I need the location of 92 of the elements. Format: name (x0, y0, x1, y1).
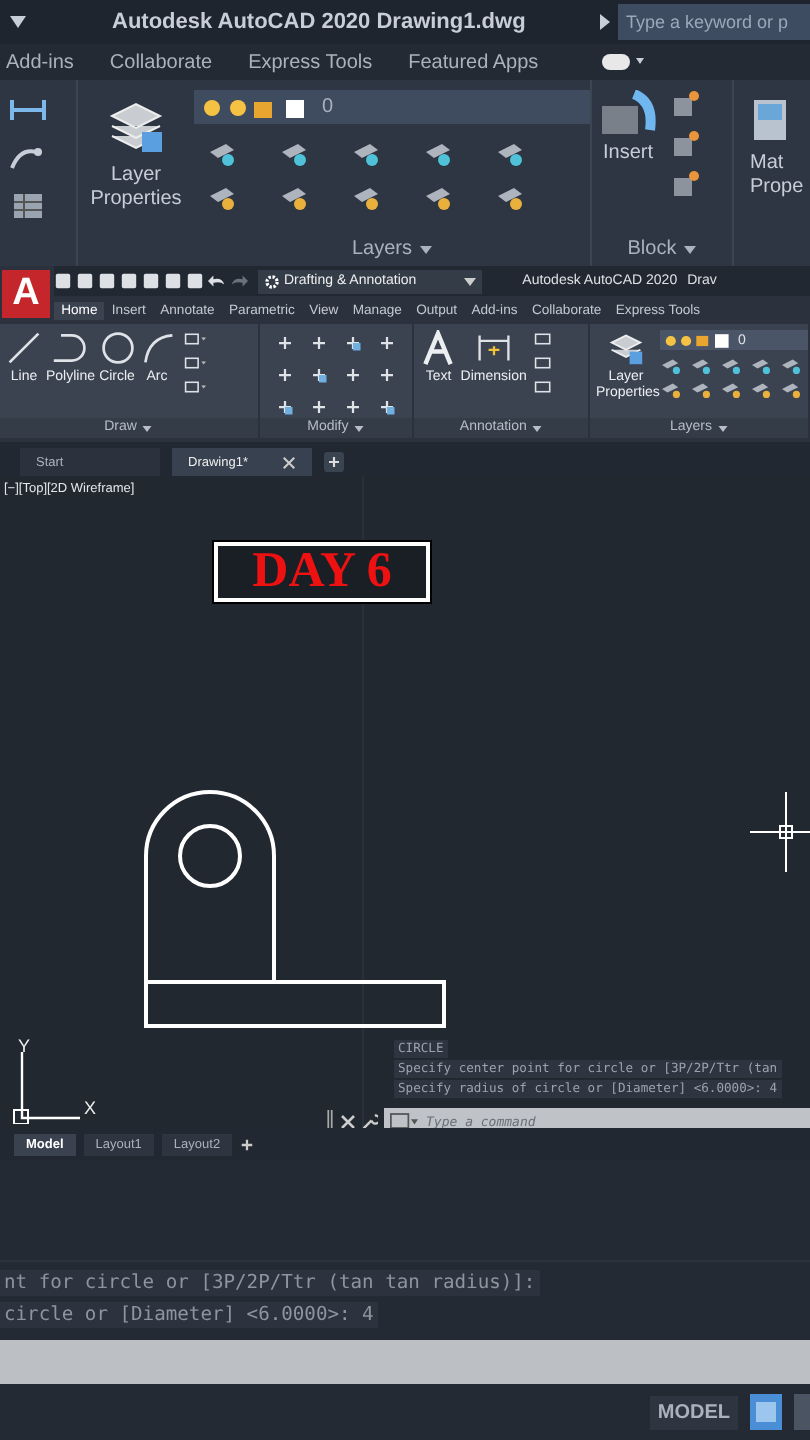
caret-icon (464, 277, 477, 285)
title-banner: DAY 6 (214, 542, 430, 603)
modify-tool-icon[interactable] (273, 365, 296, 384)
line-icon (6, 330, 42, 366)
plus-icon[interactable] (240, 1137, 255, 1152)
ribbon-tab[interactable]: Collaborate (109, 51, 213, 73)
ribbon-tab[interactable]: Featured Apps (408, 51, 539, 73)
layer-tool-icon[interactable] (720, 356, 742, 374)
close-icon[interactable] (340, 1113, 356, 1129)
undo-icon[interactable] (208, 272, 226, 290)
gear-icon (264, 273, 280, 289)
layer-tool-icon[interactable] (750, 380, 772, 398)
shape-tool-icon[interactable] (183, 354, 206, 372)
wrench-icon[interactable] (362, 1113, 378, 1129)
caret-icon[interactable] (420, 245, 432, 253)
modify-tool-icon[interactable] (307, 397, 330, 416)
layer-state-icon (664, 331, 732, 349)
layers-icon (608, 330, 644, 366)
ribbon-tab[interactable]: Add-ins (6, 51, 74, 73)
annotation-tool-icon[interactable] (534, 354, 557, 372)
layer-properties-button[interactable]: Layer Properties (78, 80, 194, 266)
layer-tool-icon[interactable] (350, 140, 382, 168)
layer-tool-icon[interactable] (206, 140, 238, 168)
ucs-icon (12, 1052, 84, 1125)
block-tool-icon[interactable] (672, 90, 700, 118)
text-icon (420, 330, 457, 366)
caret-icon[interactable] (532, 425, 543, 432)
layer-tool-icon[interactable] (278, 184, 310, 212)
search-field[interactable]: Type a keyword or p (618, 4, 810, 40)
leader-icon[interactable] (8, 144, 48, 172)
layer-tool-icon[interactable] (494, 184, 526, 212)
layer-tool-icon[interactable] (690, 356, 712, 374)
match-properties-button[interactable]: Mat Prope (734, 80, 810, 266)
modify-tool-icon[interactable] (307, 334, 330, 352)
layer-tool-icon[interactable] (780, 356, 802, 374)
modify-tool-icon[interactable] (307, 365, 330, 384)
modify-tool-icon[interactable] (375, 334, 398, 352)
panel-label[interactable]: Block (627, 238, 677, 260)
dimension-icon (475, 330, 512, 366)
modify-tool-icon[interactable] (375, 397, 398, 416)
layer-tool-icon[interactable] (350, 184, 382, 212)
axis-label: Y (18, 1036, 31, 1057)
annotation-tool-icon[interactable] (534, 330, 557, 348)
app-logo[interactable]: A (2, 270, 50, 318)
caret-icon (598, 14, 610, 30)
modify-tool-icon[interactable] (341, 334, 364, 352)
dropdown-icon[interactable] (8, 14, 28, 30)
layer-tool-icon[interactable] (206, 184, 238, 212)
layer-tool-icon[interactable] (720, 380, 742, 398)
shape-tool-icon[interactable] (183, 378, 206, 396)
command-input-field[interactable] (0, 1340, 810, 1384)
dimension-icon[interactable] (8, 96, 48, 124)
insert-button[interactable]: Insert (592, 90, 664, 218)
layer-tool-icon[interactable] (660, 356, 682, 374)
caret-icon[interactable] (718, 425, 728, 432)
command-icon (390, 1112, 418, 1129)
crosshair-cursor (750, 792, 810, 873)
layer-tool-icon[interactable] (422, 140, 454, 168)
layer-tool-icon[interactable] (780, 380, 802, 398)
layer-tool-icon[interactable] (690, 380, 712, 398)
arc-icon (139, 330, 176, 366)
layer-dropdown[interactable]: 0 (194, 90, 590, 124)
layer-tool-icon[interactable] (422, 184, 454, 212)
annotation-tool-icon[interactable] (534, 378, 557, 396)
properties-icon (750, 96, 790, 144)
caret-icon[interactable] (684, 245, 697, 253)
modify-tool-icon[interactable] (341, 365, 364, 384)
modify-tool-icon[interactable] (341, 397, 364, 416)
layer-tool-icon[interactable] (660, 380, 682, 398)
shape-tool-icon[interactable] (183, 330, 206, 348)
block-tool-icon[interactable] (672, 170, 700, 198)
toggle-icon[interactable] (602, 52, 647, 72)
modify-tool-icon[interactable] (273, 334, 296, 352)
circle-icon (99, 330, 136, 366)
layer-tool-icon[interactable] (278, 140, 310, 168)
table-icon[interactable] (8, 192, 48, 220)
block-tool-icon[interactable] (672, 130, 700, 158)
window-title: Autodesk AutoCAD 2020 Drawing1.dwg (112, 10, 526, 34)
axis-label: X (84, 1098, 97, 1119)
close-icon[interactable] (282, 455, 296, 470)
caret-icon[interactable] (142, 425, 153, 432)
model-space-button[interactable]: MODEL (649, 1395, 738, 1429)
layer-tool-icon[interactable] (750, 356, 772, 374)
caret-icon[interactable] (354, 425, 365, 432)
ribbon-tab[interactable]: Express Tools (248, 51, 373, 73)
grip-icon[interactable] (326, 1109, 334, 1129)
polyline-icon (52, 330, 89, 366)
modify-tool-icon[interactable] (273, 397, 296, 416)
layer-tool-icon[interactable] (494, 140, 526, 168)
panel-label[interactable]: Layers (351, 238, 412, 260)
plus-icon[interactable] (324, 452, 344, 473)
modify-tool-icon[interactable] (375, 365, 398, 384)
